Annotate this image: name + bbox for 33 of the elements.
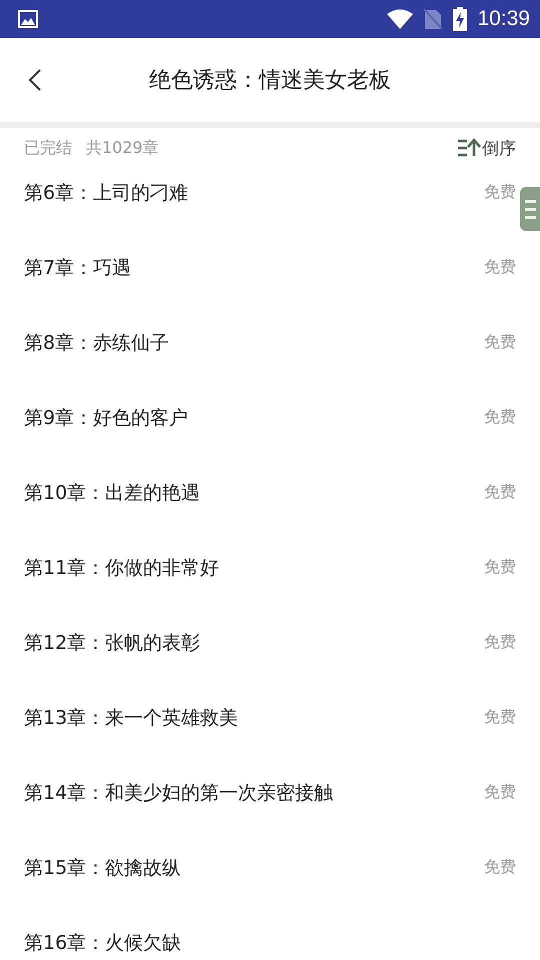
wifi-icon xyxy=(387,9,414,29)
chapter-title[interactable]: 第16章：火候欠缺 xyxy=(24,930,182,956)
price-label: 免费 xyxy=(484,482,516,503)
scroll-handle[interactable] xyxy=(520,187,540,231)
price-label: 免费 xyxy=(484,782,516,803)
chapter-title[interactable]: 第6章：上司的刁难 xyxy=(24,180,188,206)
price-label: 免费 xyxy=(484,557,516,578)
clock-time: 10:39 xyxy=(477,7,530,31)
back-icon[interactable] xyxy=(28,68,42,92)
price-label: 免费 xyxy=(484,857,516,878)
chapter-title[interactable]: 第14章：和美少妇的第一次亲密接触 xyxy=(24,780,334,806)
chapter-title[interactable]: 第7章：巧遇 xyxy=(24,254,132,280)
price-label: 免费 xyxy=(484,632,516,653)
price-label: 免费 xyxy=(484,707,516,728)
price-label: 免费 xyxy=(484,332,516,353)
sort-icon xyxy=(457,138,481,158)
chapter-title[interactable]: 第13章：来一个英雄救美 xyxy=(24,704,238,730)
price-label: 免费 xyxy=(484,407,516,428)
image-icon xyxy=(18,10,38,28)
chapter-title[interactable]: 第12章：张帆的表彰 xyxy=(24,630,200,656)
price-label: 免费 xyxy=(484,182,516,203)
chapter-title[interactable]: 第9章：好色的客户 xyxy=(24,404,188,430)
chapter-count: 共1029章 xyxy=(86,138,159,158)
chapter-title[interactable]: 第15章：欲擒故纵 xyxy=(24,854,182,880)
chapter-title[interactable]: 第11章：你做的非常好 xyxy=(24,554,220,580)
completion-status: 已完结 xyxy=(24,138,72,158)
chapter-title[interactable]: 第10章：出差的艳遇 xyxy=(24,480,200,506)
sort-button[interactable]: 倒序 xyxy=(457,136,516,160)
price-label: 免费 xyxy=(484,257,516,278)
book-title: 绝色诱惑：情迷美女老板 xyxy=(149,67,391,95)
chapter-title[interactable]: 第8章：赤练仙子 xyxy=(24,330,170,356)
no-sim-icon xyxy=(423,8,444,30)
battery-icon xyxy=(453,7,468,31)
